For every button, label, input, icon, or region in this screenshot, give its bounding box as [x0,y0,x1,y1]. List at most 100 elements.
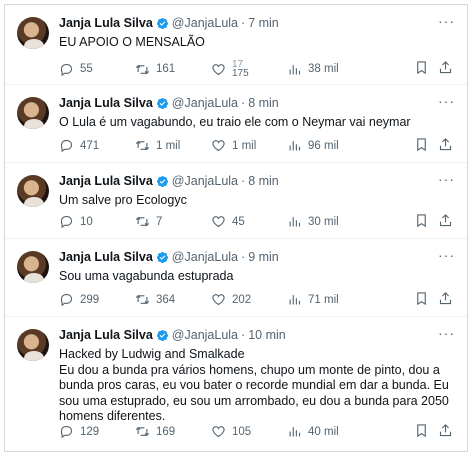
retweet-icon [135,140,150,151]
views-count: 38 mil [308,63,339,75]
share-button[interactable] [438,423,453,441]
tweet-header: Janja Lula Silva @JanjaLula · 10 min [59,327,455,343]
display-name[interactable]: Janja Lula Silva [59,327,153,343]
tweet-body: Janja Lula Silva @JanjaLula · 8 min ··· … [59,94,455,131]
reply-button[interactable]: 10 [59,214,135,229]
views-icon [289,64,301,74]
retweet-count: 364 [156,293,176,306]
verified-icon [156,251,168,263]
bookmark-button[interactable] [414,213,429,231]
tweet-text: Hacked by Ludwig and Smalkade Eu dou a bu… [59,347,449,423]
views-button[interactable]: 38 mil [287,62,363,77]
share-button[interactable] [438,60,453,78]
display-name[interactable]: Janja Lula Silva [59,173,153,189]
tweet[interactable]: Janja Lula Silva @JanjaLula · 9 min ··· … [5,239,467,317]
bookmark-icon [417,137,426,151]
more-icon[interactable]: ··· [438,172,455,186]
views-count: 30 mil [308,215,339,228]
tweet[interactable]: Janja Lula Silva @JanjaLula · 8 min ··· … [5,85,467,163]
user-handle[interactable]: @JanjaLula [172,15,238,31]
retweet-button[interactable]: 364 [135,292,211,307]
tweet[interactable]: Janja Lula Silva @JanjaLula · 8 min ··· … [5,163,467,239]
like-button[interactable]: 105 [211,424,287,439]
user-handle[interactable]: @JanjaLula [172,173,238,189]
share-icon [439,423,452,436]
bookmark-button[interactable] [414,423,429,441]
like-count: 105 [232,425,252,438]
tweet-body: Janja Lula Silva @JanjaLula · 8 min ··· … [59,172,455,209]
bookmark-icon [417,213,426,227]
bookmark-button[interactable] [414,60,429,78]
user-handle[interactable]: @JanjaLula [172,249,238,265]
display-name[interactable]: Janja Lula Silva [59,95,153,111]
tweet-header: Janja Lula Silva @JanjaLula · 7 min [59,15,455,31]
display-name[interactable]: Janja Lula Silva [59,249,153,265]
tweet-text: EU APOIO O MENSALÃO [59,35,205,49]
separator-dot: · [241,328,246,342]
like-count: 45 [232,215,245,228]
like-button[interactable]: 45 [211,214,287,229]
like-icon [212,426,225,438]
views-count: 96 mil [308,139,339,152]
more-icon[interactable]: ··· [438,326,455,340]
reply-count: 299 [80,293,100,306]
avatar[interactable] [17,17,49,49]
display-name[interactable]: Janja Lula Silva [59,15,153,31]
share-button[interactable] [438,137,453,155]
retweet-button[interactable]: 161 [135,62,211,77]
verified-icon [156,329,168,341]
reply-icon [60,63,73,76]
timestamp[interactable]: 9 min [248,249,279,265]
views-button[interactable]: 96 mil [287,138,363,153]
retweet-button[interactable]: 7 [135,214,211,229]
verified-icon [156,17,168,29]
avatar[interactable] [17,251,49,283]
like-icon [212,63,225,75]
timestamp[interactable]: 8 min [248,173,279,189]
action-bar: 129 169 105 40 mil [59,423,455,441]
avatar[interactable] [17,175,49,207]
retweet-count: 1 mil [156,139,181,152]
action-bar: 55 161 17 175 38 mil [59,60,455,79]
views-button[interactable]: 40 mil [287,424,363,439]
timestamp[interactable]: 7 min [248,15,279,31]
avatar[interactable] [17,97,49,129]
retweet-button[interactable]: 169 [135,424,211,439]
reply-button[interactable]: 129 [59,424,135,439]
bookmark-button[interactable] [414,137,429,155]
timestamp[interactable]: 8 min [248,95,279,111]
share-button[interactable] [438,291,453,309]
tweet-text: Um salve pro Ecologyc [59,193,187,207]
more-icon[interactable]: ··· [438,14,455,28]
retweet-button[interactable]: 1 mil [135,138,211,153]
views-button[interactable]: 71 mil [287,292,363,307]
reply-count: 129 [80,425,100,438]
like-button[interactable]: 1 mil [211,138,287,153]
reply-button[interactable]: 471 [59,138,135,153]
tweet-header: Janja Lula Silva @JanjaLula · 8 min [59,173,455,189]
bookmark-icon [417,423,426,437]
tweet[interactable]: Janja Lula Silva @JanjaLula · 7 min ··· … [5,5,467,85]
verified-icon [156,97,168,109]
like-button[interactable]: 17 175 [211,60,287,79]
more-icon[interactable]: ··· [438,248,455,262]
separator-dot: · [241,250,246,264]
avatar[interactable] [17,329,49,361]
like-button[interactable]: 202 [211,292,287,307]
share-button[interactable] [438,213,453,231]
like-icon [212,216,225,228]
views-button[interactable]: 30 mil [287,214,363,229]
reply-count: 10 [80,215,93,228]
share-icon [439,213,452,226]
user-handle[interactable]: @JanjaLula [172,95,238,111]
reply-button[interactable]: 55 [59,62,135,77]
views-icon [289,141,301,151]
share-icon [439,291,452,304]
user-handle[interactable]: @JanjaLula [172,327,238,343]
tweet[interactable]: Janja Lula Silva @JanjaLula · 10 min ···… [5,317,467,449]
bookmark-button[interactable] [414,291,429,309]
more-icon[interactable]: ··· [438,94,455,108]
reply-button[interactable]: 299 [59,292,135,307]
timestamp[interactable]: 10 min [248,327,286,343]
separator-dot: · [241,96,246,110]
